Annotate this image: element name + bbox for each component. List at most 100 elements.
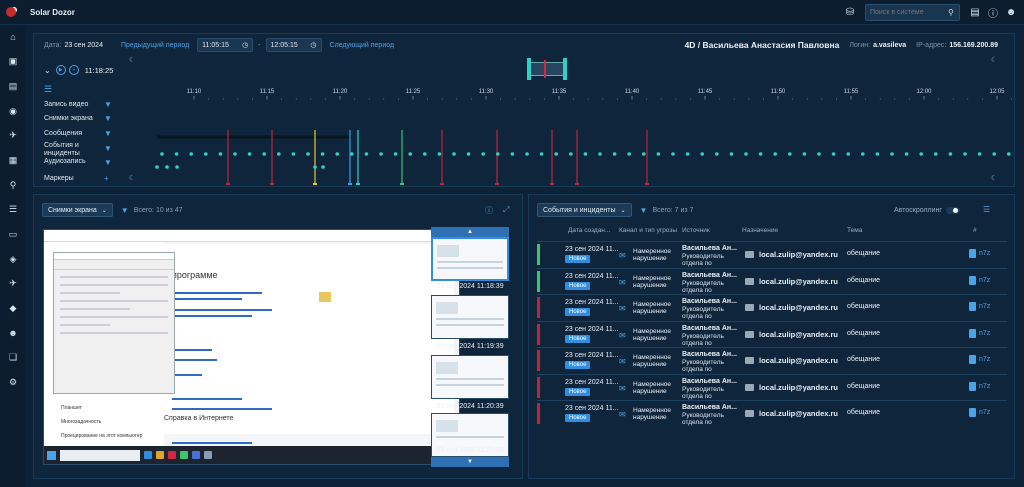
collapse-chevron-icon[interactable]: ⌄ [44, 66, 51, 75]
screenshot-dot [948, 152, 953, 156]
time-from-field[interactable]: 11:05:15 ◷ [197, 38, 254, 52]
source-name[interactable]: Васильева Ан... [682, 325, 737, 332]
map-icon[interactable]: ◈ [5, 251, 21, 267]
global-search[interactable]: ⚲ [865, 3, 960, 21]
col-date[interactable]: Дата создан... [568, 227, 610, 234]
source-name[interactable]: Васильева Ан... [682, 404, 737, 411]
event-row[interactable]: 23 сен 2024 11... Новое ✉ Намеренное наруше… [537, 400, 1007, 426]
col-destination[interactable]: Назначение [742, 227, 778, 234]
folder-icon[interactable]: ▤ [5, 78, 21, 94]
next-period-link[interactable]: Следующий период [330, 42, 395, 49]
screenshots-type-select[interactable]: Снимки экрана ⌄ [42, 203, 113, 217]
timeline-chart[interactable]: 11:10 11:15 11:20 11:25 11:30 11:35 11:40 11:45… [112, 85, 1012, 185]
forward-icon[interactable]: » [68, 65, 79, 75]
add-marker-icon[interactable]: + [104, 174, 109, 183]
database-icon[interactable]: ⛁ [843, 5, 857, 19]
user-icon[interactable]: ☻ [5, 325, 21, 341]
thumbnail[interactable] [431, 237, 509, 281]
dashboard-icon[interactable]: ▣ [5, 54, 21, 70]
inbox-icon[interactable]: ▭ [5, 227, 21, 243]
calendar-icon[interactable]: ▦ [5, 152, 21, 168]
destination[interactable]: local.zulip@yandex.ru [759, 330, 838, 339]
source-role: Руководитель отдела по [682, 332, 724, 347]
attachment-link[interactable]: n7z [979, 277, 990, 284]
email-icon [745, 304, 754, 311]
search-icon[interactable]: ⚲ [948, 8, 954, 17]
source-name[interactable]: Васильева Ан... [682, 351, 737, 358]
col-attachment[interactable]: # [973, 227, 977, 234]
filter-icon[interactable]: ▼ [121, 206, 129, 215]
event-row[interactable]: 23 сен 2024 11... Новое ✉ Намеренное наруше… [537, 241, 1007, 267]
autoscroll-toggle[interactable] [946, 207, 960, 214]
event-row[interactable]: 23 сен 2024 11... Новое ✉ Намеренное наруше… [537, 267, 1007, 294]
col-theme[interactable]: Тема [847, 227, 862, 234]
attachment-link[interactable]: n7z [979, 250, 990, 257]
event-row[interactable]: 23 сен 2024 11... Новое ✉ Намеренное наруше… [537, 320, 1007, 347]
source-role: Руководитель отдела по [682, 306, 724, 320]
expand-icon[interactable]: ⤢ [503, 205, 509, 215]
home-icon[interactable]: ⌂ [5, 29, 21, 45]
filter-icon[interactable]: ▼ [640, 206, 648, 215]
scroll-down-button[interactable]: ▼ [431, 457, 509, 467]
prev-period-link[interactable]: Предыдущий период [121, 42, 189, 49]
row-label-markers: Маркеры [44, 175, 74, 182]
event-row[interactable]: 23 сен 2024 11... Новое ✉ Намеренное наруше… [537, 373, 1007, 400]
source-name[interactable]: Васильева Ан... [682, 272, 737, 279]
destination[interactable]: local.zulip@yandex.ru [759, 383, 838, 392]
car-icon[interactable]: ◆ [5, 301, 21, 317]
list-view-icon[interactable]: ☰ [983, 205, 990, 214]
login-value: a.vasileva [873, 41, 907, 49]
attachment-link[interactable]: n7z [979, 409, 990, 416]
window-link [172, 408, 272, 410]
event-row[interactable]: 23 сен 2024 11... Новое ✉ Намеренное наруше… [537, 294, 1007, 320]
minimap-window[interactable] [531, 62, 563, 76]
event-row[interactable]: 23 сен 2024 11... Новое ✉ Намеренное наруше… [537, 347, 1007, 373]
thumbnail[interactable] [431, 295, 509, 339]
window-link [172, 349, 212, 351]
col-source[interactable]: Источник [682, 227, 710, 234]
destination[interactable]: local.zulip@yandex.ru [759, 356, 838, 365]
info-icon[interactable]: ⓘ [485, 205, 493, 216]
play-icon[interactable]: ▶ [55, 65, 66, 75]
app-logo[interactable] [0, 0, 22, 25]
timeline-minimap[interactable] [527, 58, 567, 80]
thumbnail[interactable] [431, 355, 509, 399]
attachment-link[interactable]: n7z [979, 356, 990, 363]
globe-icon[interactable]: ◉ [5, 103, 21, 119]
destination[interactable]: local.zulip@yandex.ru [759, 250, 838, 259]
help-icon[interactable]: ⓘ [986, 5, 1000, 20]
scroll-up-button[interactable]: ▲ [431, 227, 509, 237]
destination[interactable]: local.zulip@yandex.ru [759, 409, 838, 418]
source-name[interactable]: Васильева Ан... [682, 298, 737, 305]
list-icon[interactable]: ☰ [5, 202, 21, 218]
attachment-link[interactable]: n7z [979, 383, 990, 390]
attachment-link[interactable]: n7z [979, 330, 990, 337]
filter-icon[interactable]: ▼ [104, 129, 112, 138]
threat-type: Намеренное нарушение [633, 274, 672, 289]
clipboard-icon[interactable]: ▤ [968, 5, 982, 19]
time-to-field[interactable]: 12:05:15 ◷ [265, 38, 322, 52]
books-icon[interactable]: ❏ [5, 350, 21, 366]
source-name[interactable]: Васильева Ан... [682, 378, 737, 385]
settings-icon[interactable]: ⚙ [5, 375, 21, 391]
screenshot-viewer[interactable]: Планшет Многозадачность Проецирование на… [43, 229, 460, 465]
filter-icon[interactable]: ▼ [104, 158, 112, 167]
user-icon[interactable]: ☻ [1004, 5, 1018, 19]
list-view-icon[interactable]: ☰ [44, 84, 52, 95]
col-channel[interactable]: Канал и тип угрозы [619, 227, 677, 234]
minimap-handle-right[interactable] [563, 58, 567, 80]
search-icon[interactable]: ⚲ [5, 177, 21, 193]
screenshot-dot [554, 152, 558, 156]
source-name[interactable]: Васильева Ан... [682, 245, 737, 252]
attachment-link[interactable]: n7z [979, 303, 990, 310]
satellite-icon[interactable]: ✈ [5, 128, 21, 144]
destination[interactable]: local.zulip@yandex.ru [759, 277, 838, 286]
destination[interactable]: local.zulip@yandex.ru [759, 303, 838, 312]
filter-icon[interactable]: ▼ [104, 144, 112, 153]
plane-icon[interactable]: ✈ [5, 276, 21, 292]
filter-icon[interactable]: ▼ [104, 100, 112, 109]
events-type-select[interactable]: События и инциденты ⌄ [537, 203, 632, 217]
search-input[interactable] [870, 8, 948, 16]
filter-icon[interactable]: ▼ [104, 114, 112, 123]
mail-icon: ✉ [619, 277, 626, 287]
